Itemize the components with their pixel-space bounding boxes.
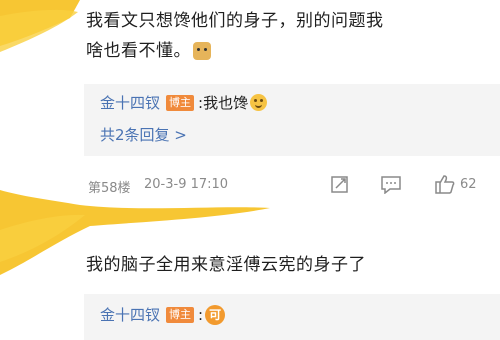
reply-2: 金十四钗 博主 : 可	[100, 304, 226, 325]
comment-meta-row: 第58楼 20-3-9 17:10 62	[86, 174, 500, 198]
comment-date: 20-3-9 17:10	[144, 177, 229, 192]
like-count: 62	[460, 177, 477, 192]
blogger-badge: 博主	[166, 94, 195, 111]
comment-1-line-1: 我看文只想馋他们的身子，别的问题我	[86, 11, 384, 31]
reply-box-1: 金十四钗 博主 :我也馋 共2条回复 >	[84, 84, 500, 156]
reply-1-username[interactable]: 金十四钗	[100, 92, 160, 113]
share-icon[interactable]	[330, 174, 350, 194]
floor-number: 第58楼	[88, 181, 131, 196]
comment-1-line-2: 啥也看不懂。	[86, 36, 384, 66]
reply-box-2: 金十四钗 博主 : 可	[84, 294, 500, 340]
blogger-badge: 博主	[166, 306, 195, 323]
ke-emoji-icon: 可	[205, 304, 226, 325]
reply-1-text: :我也馋	[198, 94, 249, 112]
comment-2-text: 我的脑子全用来意淫傅云宪的身子了	[86, 255, 366, 275]
comment-icon[interactable]	[380, 174, 402, 194]
thumbs-up-icon[interactable]	[434, 174, 456, 194]
reply-2-username[interactable]: 金十四钗	[100, 304, 160, 325]
reply-1: 金十四钗 博主 :我也馋	[100, 92, 268, 113]
comment-1-text: 我看文只想馋他们的身子，别的问题我 啥也看不懂。	[86, 6, 384, 66]
reply-2-colon: :	[198, 305, 204, 324]
more-replies-link[interactable]: 共2条回复 >	[100, 124, 187, 145]
doge-icon	[193, 42, 211, 60]
smile-icon	[250, 94, 268, 111]
